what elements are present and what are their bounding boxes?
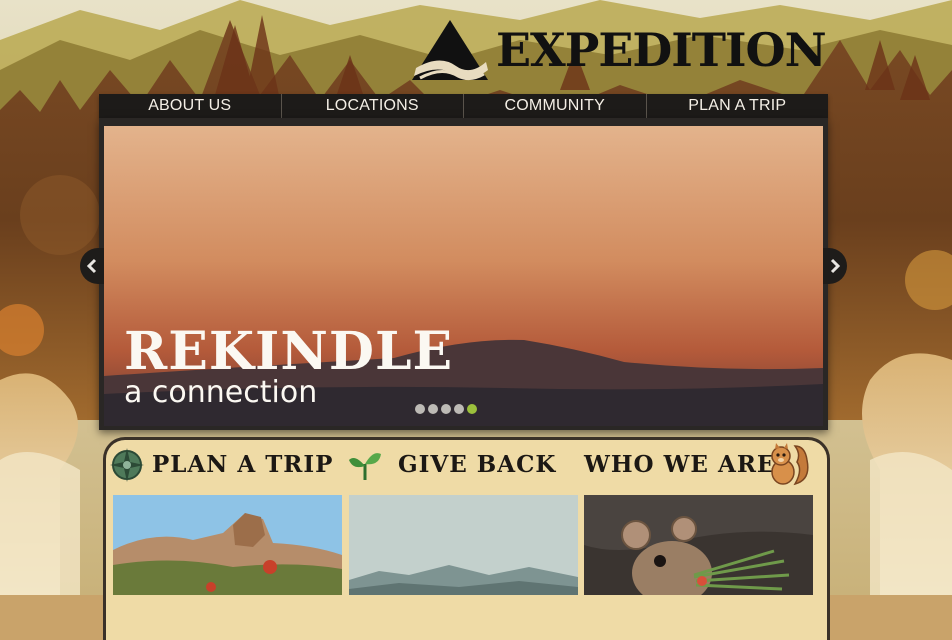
slide-dot-4[interactable]: [454, 404, 464, 414]
slide-dot-2[interactable]: [428, 404, 438, 414]
section-title-give-back[interactable]: GIVE BACK: [398, 450, 556, 480]
plan-a-trip-image[interactable]: [113, 495, 342, 595]
give-back-image[interactable]: [349, 495, 578, 595]
slide-indicator: [415, 404, 477, 414]
compass-icon: [110, 448, 144, 482]
hero-subtitle: a connection: [124, 375, 318, 410]
main-nav: ABOUT US LOCATIONS COMMUNITY PLAN A TRIP: [99, 94, 828, 118]
chevron-left-icon: [86, 258, 97, 274]
mountain-wave-logo: [412, 20, 488, 81]
nav-item-locations[interactable]: LOCATIONS: [282, 94, 464, 118]
slide-dot-5[interactable]: [467, 404, 477, 414]
squirrel-icon: [771, 443, 809, 486]
nav-item-about-us[interactable]: ABOUT US: [99, 94, 282, 118]
slide-dot-1[interactable]: [415, 404, 425, 414]
who-we-are-image[interactable]: [584, 495, 813, 595]
section-title-who-we-are[interactable]: WHO WE ARE: [584, 450, 775, 480]
chevron-right-icon: [830, 258, 841, 274]
site-logo[interactable]: EXPEDITION: [410, 18, 830, 84]
section-title-plan-a-trip[interactable]: PLAN A TRIP: [152, 450, 333, 480]
hero-title: REKINDLE: [124, 321, 454, 382]
nav-item-community[interactable]: COMMUNITY: [464, 94, 647, 118]
sprout-icon: [349, 453, 381, 480]
hero-slider: REKINDLE a connection: [104, 126, 823, 426]
slide-dot-3[interactable]: [441, 404, 451, 414]
brand-name: EXPEDITION: [496, 23, 827, 77]
nav-item-plan-a-trip[interactable]: PLAN A TRIP: [647, 94, 829, 118]
